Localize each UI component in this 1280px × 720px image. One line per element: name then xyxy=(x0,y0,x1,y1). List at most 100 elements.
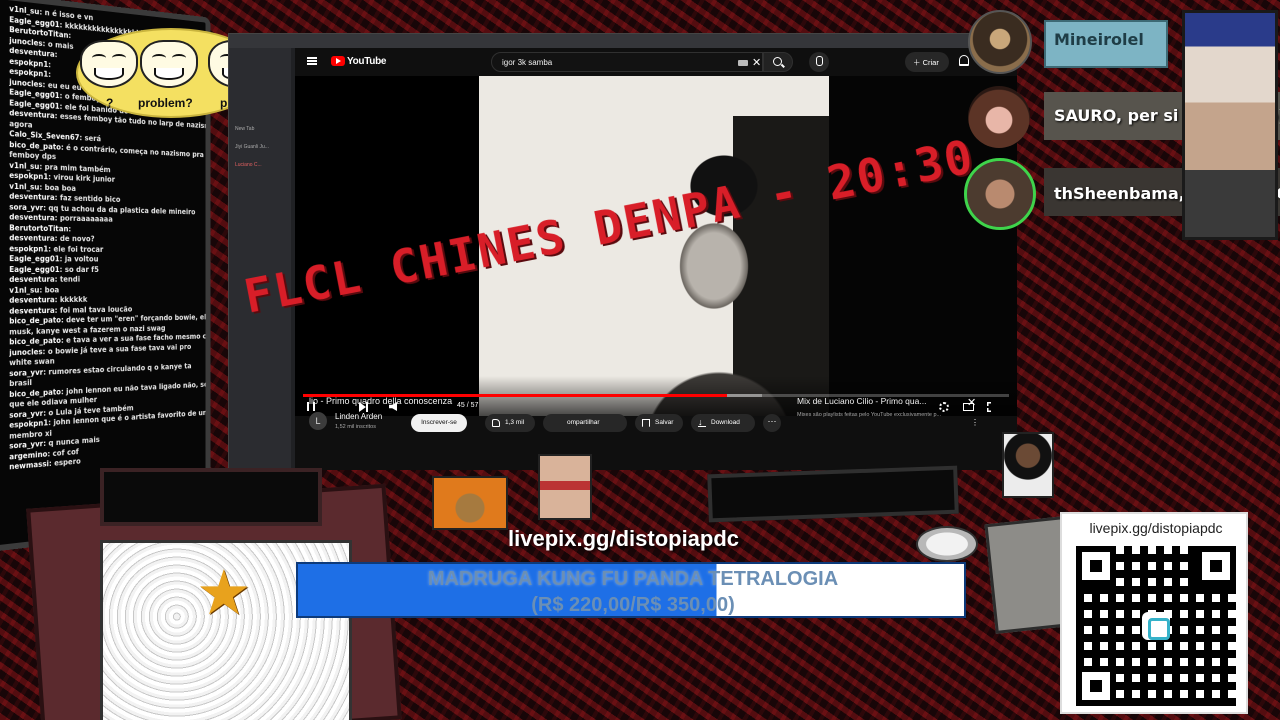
desk-object xyxy=(707,465,959,523)
share-button[interactable]: ompartilhar xyxy=(543,414,627,432)
chat-text: faz sentido bico xyxy=(59,193,121,204)
keyboard-icon[interactable] xyxy=(738,60,748,66)
chat-username[interactable]: newmassi xyxy=(9,459,49,471)
save-button[interactable]: Salvar xyxy=(635,414,683,432)
close-icon[interactable]: ✕ xyxy=(967,396,976,409)
chat-text: tendi xyxy=(59,274,81,284)
chat-username[interactable]: junocles xyxy=(9,77,42,89)
download-label: Download xyxy=(711,419,740,426)
chat-username[interactable]: Eagle_egg01 xyxy=(9,265,59,274)
chat-text: espero xyxy=(54,456,81,468)
qr-label: livepix.gg/distopiapdc xyxy=(1089,520,1223,536)
chat-username[interactable]: sora_yvr xyxy=(9,367,43,377)
chat-username[interactable]: desventura xyxy=(9,212,54,222)
qr-card: livepix.gg/distopiapdc xyxy=(1060,512,1248,714)
chat-text: virou kirk junior xyxy=(53,172,115,184)
more-options-button[interactable]: ⋯ xyxy=(763,414,781,432)
channel-name[interactable]: Linden Arden xyxy=(335,412,382,421)
chat-text: brasil xyxy=(9,378,32,389)
chat-text: white swan xyxy=(9,356,55,368)
close-icon[interactable]: ✕ xyxy=(752,56,761,69)
bell-icon[interactable] xyxy=(959,55,969,66)
download-button[interactable]: Download xyxy=(691,413,755,432)
chat-text: boa xyxy=(44,285,60,294)
chat-text: agora xyxy=(9,118,33,130)
chat-username[interactable]: espokpn1 xyxy=(9,171,48,181)
donation-goal-bar: MADRUGA KUNG FU PANDA TETRALOGIA (R$ 220… xyxy=(296,562,966,618)
create-button[interactable]: ＋ Criar xyxy=(905,52,949,72)
donation-link: livepix.gg/distopiapdc xyxy=(508,526,740,551)
chat-username[interactable]: v1nl_su xyxy=(9,181,39,191)
bookmark-icon xyxy=(642,419,650,427)
chat-username[interactable]: bico_de_pato xyxy=(9,316,61,326)
chat-username[interactable]: v1nl_su xyxy=(9,285,39,294)
participant-name: Mineirolel xyxy=(1054,30,1144,49)
download-icon xyxy=(698,413,706,431)
chat-username[interactable]: Eagle_egg01 xyxy=(9,254,59,263)
chat-username[interactable]: desventura xyxy=(9,192,54,202)
like-button[interactable]: 1,3 mil xyxy=(485,414,535,432)
photo-sticker xyxy=(1002,432,1054,498)
sidebar-tab-luciano[interactable]: Luciano C... xyxy=(235,162,262,168)
chat-text: ele foi trocar xyxy=(53,244,104,254)
search-query: igor 3k samba xyxy=(502,58,553,67)
share-label: ompartilhar xyxy=(567,419,600,426)
livepix-logo-icon xyxy=(1142,612,1170,640)
youtube-header: YouTube igor 3k samba ✕ ＋ Criar xyxy=(295,48,1017,76)
youtube-logo-icon[interactable] xyxy=(331,56,345,66)
avatar[interactable]: L xyxy=(309,412,327,430)
sidebar-tab-new[interactable]: New Tab xyxy=(235,126,254,132)
chat-text: femboy dps xyxy=(9,149,57,162)
sticker-caption: ? xyxy=(106,96,114,110)
chat-username[interactable]: v1nl_su xyxy=(9,160,39,170)
chat-username[interactable]: desventura xyxy=(9,233,54,242)
mix-title[interactable]: Mix de Luciano Cilio - Primo qua... xyxy=(797,396,926,406)
qr-code-icon xyxy=(1076,546,1236,706)
chat-username[interactable]: desventura xyxy=(9,275,54,284)
chat-text: kkkkkk xyxy=(59,295,88,305)
chat-username[interactable]: espokpn1 xyxy=(9,244,48,253)
search-icon xyxy=(773,57,782,66)
chat-text: boa boa xyxy=(44,182,76,193)
gear-icon[interactable] xyxy=(939,402,949,412)
chat-text: será xyxy=(84,133,102,144)
chat-username[interactable]: BerutortoTitan xyxy=(9,223,68,233)
goal-title: MADRUGA KUNG FU PANDA TETRALOGIA xyxy=(427,568,839,590)
mix-subtitle: Mixes são playlists feitas pelo YouTube … xyxy=(797,412,942,418)
chat-text: ja voltou xyxy=(64,254,99,264)
microphone-icon[interactable] xyxy=(809,52,829,72)
youtube-logo-text[interactable]: YouTube xyxy=(347,56,387,67)
chat-text: porraaaaaaaa xyxy=(59,213,113,224)
chat-username[interactable]: sora_yvr xyxy=(9,202,43,212)
chat-message: Eagle_egg01: ja voltou xyxy=(9,254,99,264)
chat-username[interactable]: desventura xyxy=(9,306,54,316)
menu-icon[interactable] xyxy=(307,57,317,65)
fullscreen-icon[interactable] xyxy=(987,402,991,412)
chat-username[interactable]: bico_de_pato xyxy=(9,336,61,346)
like-count: 1,3 mil xyxy=(505,419,525,426)
qr-finder xyxy=(1076,666,1116,706)
sidebar-tab-jiyi[interactable]: Jiyi Guanli Ju... xyxy=(235,144,269,150)
tv-top-screen xyxy=(100,468,322,526)
chat-message: Eagle_egg01: so dar f5 xyxy=(9,264,99,274)
subscribe-button[interactable]: Inscrever-se xyxy=(411,414,467,432)
star-icon: ★ xyxy=(196,559,252,628)
chat-username[interactable]: desventura xyxy=(9,295,54,304)
chat-text: o mais xyxy=(47,39,74,51)
chat-text: de novo? xyxy=(59,234,95,244)
subscriber-count: 1,52 mil inscritos xyxy=(335,424,376,430)
thumbs-up-icon xyxy=(492,419,500,427)
search-button[interactable] xyxy=(763,52,793,72)
video-title: lio - Primo quadro della conoscenza xyxy=(309,396,453,406)
save-label: Salvar xyxy=(655,419,674,426)
browser-tab-bar[interactable] xyxy=(229,34,1017,48)
chat-username[interactable]: junocles xyxy=(9,347,42,357)
chat-text: so dar f5 xyxy=(64,264,99,274)
create-label: Criar xyxy=(922,58,939,67)
goal-amount: (R$ 220,00/R$ 350,00) xyxy=(531,594,735,616)
search-input[interactable]: igor 3k samba ✕ xyxy=(491,52,763,72)
chat-username[interactable]: sora_yvr xyxy=(9,408,43,419)
trollface-icon xyxy=(80,40,138,88)
chat-text: foi mal tava loucão xyxy=(59,304,133,315)
kebab-menu-icon[interactable]: ⋮ xyxy=(971,418,979,427)
